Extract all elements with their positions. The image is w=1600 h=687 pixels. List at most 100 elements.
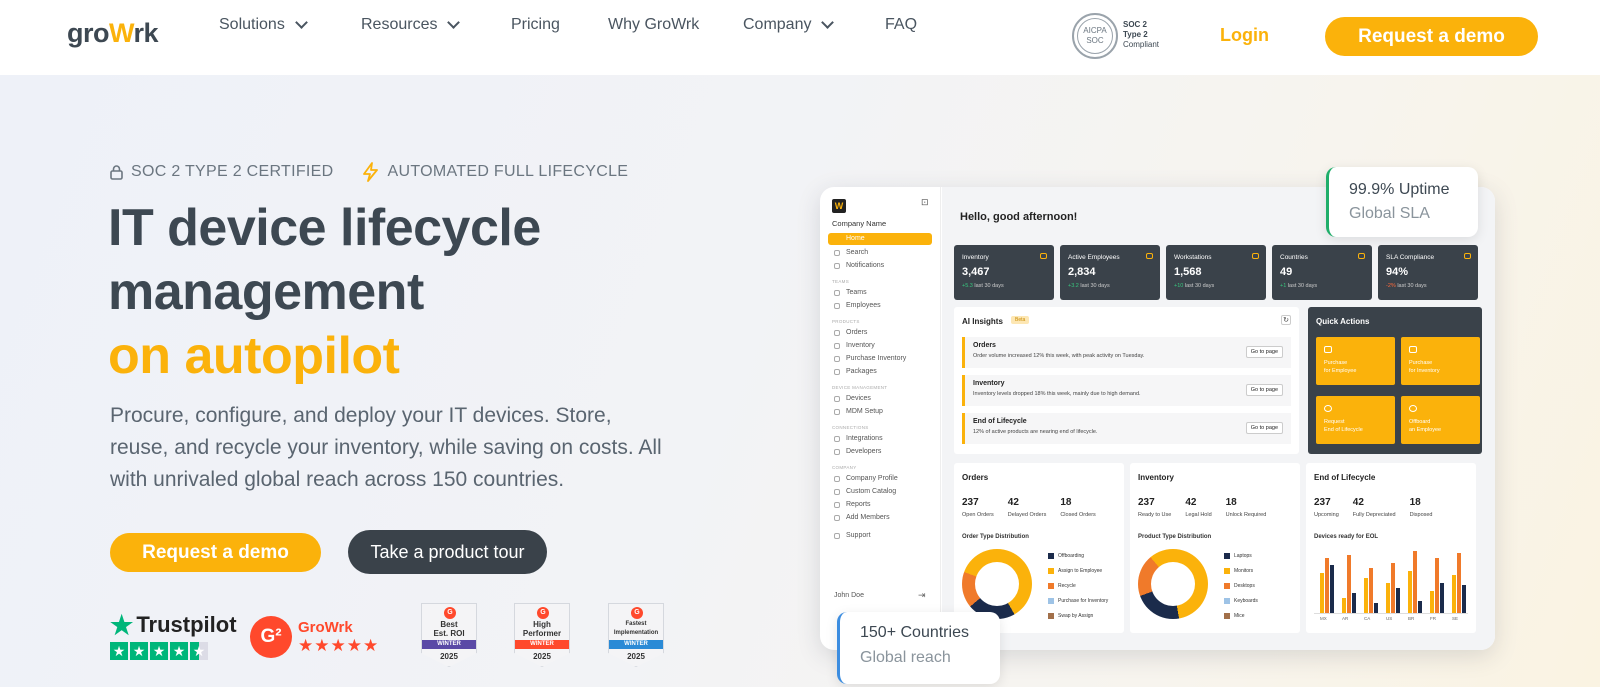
order-type-donut-chart [962, 549, 1032, 619]
g2-rating[interactable]: G² GroWrk ★★★★★ [250, 616, 379, 658]
hero-title-line-1: IT device lifecycle [108, 199, 541, 257]
lifecycle-badge: AUTOMATED FULL LIFECYCLE [362, 162, 629, 182]
aicpa-soc-seal: AICPA SOC [1072, 13, 1118, 59]
eol-bar-chart [1314, 549, 1468, 614]
sidebar-section: PRODUCTS [832, 319, 860, 324]
sidebar-item-company-profile[interactable]: Company Profile [834, 475, 898, 482]
sidebar-item-inventory[interactable]: Inventory [834, 342, 875, 349]
trustpilot-rating[interactable]: ★ Trustpilot ★ ★ ★ ★ ★ [110, 612, 237, 660]
laptop-icon [1324, 346, 1332, 353]
login-link[interactable]: Login [1220, 25, 1269, 46]
clock-icon [1324, 405, 1332, 412]
quick-action-purchase-employee[interactable]: Purchase for Employee [1316, 337, 1395, 385]
stat-card-workstations[interactable]: Workstations 1,568 +10 last 30 days [1166, 245, 1266, 300]
growrk-logo[interactable]: groWrk [67, 18, 159, 49]
go-to-page-button[interactable]: Go to page [1245, 346, 1283, 358]
sidebar-item-search[interactable]: Search [834, 249, 868, 256]
cart-icon[interactable]: ⊡ [921, 197, 929, 208]
quick-action-request-eol[interactable]: Request End of Lifecycle [1316, 396, 1395, 444]
insight-inventory: Inventory Inventory levels dropped 18% th… [962, 375, 1291, 406]
box-icon [1409, 346, 1417, 353]
nav-company[interactable]: Company [743, 16, 835, 34]
sidebar-item-packages[interactable]: Packages [834, 368, 877, 375]
product-type-donut-chart [1138, 549, 1208, 619]
sidebar-section: COMPANY [832, 465, 857, 470]
hero-title-line-2: management [108, 263, 424, 321]
go-to-page-button[interactable]: Go to page [1245, 422, 1283, 434]
sidebar-item-integrations[interactable]: Integrations [834, 435, 883, 442]
user-remove-icon [1409, 405, 1417, 412]
sidebar-item-notifications[interactable]: Notifications [834, 262, 884, 269]
sidebar-item-reports[interactable]: Reports [834, 501, 871, 508]
sidebar-item-employees[interactable]: Employees [834, 302, 881, 309]
sidebar-item-teams[interactable]: Teams [834, 289, 867, 296]
logout-icon[interactable]: ⇥ [918, 590, 926, 601]
sidebar-item-developers[interactable]: Developers [834, 448, 881, 455]
sidebar-item-home[interactable]: Home [828, 233, 932, 245]
product-tour-button[interactable]: Take a product tour [348, 530, 547, 574]
sidebar-item-mdm-setup[interactable]: MDM Setup [834, 408, 883, 415]
quick-actions-card: Quick Actions Purchase for Employee Purc… [1308, 307, 1482, 454]
lightning-icon [362, 162, 378, 182]
quick-action-purchase-inventory[interactable]: Purchase for Inventory [1401, 337, 1480, 385]
request-demo-button[interactable]: Request a demo [110, 533, 321, 572]
nav-why-growrk[interactable]: Why GroWrk [608, 16, 699, 34]
sidebar-item-devices[interactable]: Devices [834, 395, 871, 402]
greeting: Hello, good afternoon! [960, 211, 1078, 223]
refresh-icon[interactable]: ↻ [1281, 315, 1291, 325]
countries-floating-card: 150+ Countries Global reach [837, 612, 1000, 684]
quick-action-offboard[interactable]: Offboard an Employee [1401, 396, 1480, 444]
chevron-down-icon [294, 16, 308, 29]
hero-title-line-3: on autopilot [108, 327, 400, 385]
sidebar-item-purchase-inventory[interactable]: Purchase Inventory [834, 355, 906, 362]
inventory-card: Inventory 237 Ready to Use 42 Legal Hold 18 U… [1130, 463, 1300, 633]
laptop-icon [1252, 253, 1259, 259]
stat-card-countries[interactable]: Countries 49 +1 last 30 days [1272, 245, 1372, 300]
calendar-icon [1464, 253, 1471, 259]
dashboard-sidebar: W ⊡ Company Name Home Search Notificatio… [820, 187, 941, 650]
nav-pricing[interactable]: Pricing [511, 16, 560, 34]
top-nav: groWrk Solutions Resources Pricing Why G… [0, 0, 1600, 75]
g2-stars: ★★★★★ [298, 635, 380, 655]
ai-insights-card: AI Insights Beta ↻ Orders Order volume in… [954, 307, 1299, 454]
stat-card-inventory[interactable]: Inventory 3,467 +5.3 last 30 days [954, 245, 1054, 300]
hero-badges: SOC 2 TYPE 2 CERTIFIED AUTOMATED FULL LI… [110, 162, 628, 182]
user-icon [1146, 253, 1153, 259]
sidebar-section: DEVICE MANAGEMENT [832, 385, 888, 390]
app-logo-icon: W [832, 199, 846, 213]
end-of-lifecycle-card: End of Lifecycle 237 Upcoming 42 Fully Depr… [1306, 463, 1476, 633]
nav-faq[interactable]: FAQ [885, 16, 917, 34]
soc-compliance-text: SOC 2 Type 2 Compliant [1123, 20, 1160, 49]
dashboard-main: Hello, good afternoon! Inventory 3,467 +5.… [942, 187, 1495, 650]
sidebar-item-add-members[interactable]: Add Members [834, 514, 890, 521]
soc2-badge: SOC 2 TYPE 2 CERTIFIED [110, 162, 334, 182]
award-title: Fastest Implementation [613, 621, 659, 636]
uptime-floating-card: 99.9% Uptime Global SLA [1326, 167, 1478, 237]
insight-orders: Orders Order volume increased 12% this we… [962, 337, 1291, 368]
lock-icon [110, 164, 123, 180]
box-icon [1040, 253, 1047, 259]
beta-badge: Beta [1011, 316, 1030, 324]
stat-card-active-employees[interactable]: Active Employees 2,834 +3.2 last 30 days [1060, 245, 1160, 300]
company-name: Company Name [832, 219, 887, 228]
go-to-page-button[interactable]: Go to page [1245, 384, 1283, 396]
trustpilot-star-icon: ★ [110, 610, 134, 640]
sidebar-section: CONNECTIONS [832, 425, 869, 430]
request-demo-button-nav[interactable]: Request a demo [1325, 17, 1538, 56]
g2-logo: G² [250, 616, 292, 658]
award-title: High Performer [522, 620, 562, 638]
sidebar-item-orders[interactable]: Orders [834, 329, 867, 336]
sidebar-user[interactable]: John Doe [834, 592, 864, 599]
location-pin-icon [1358, 253, 1365, 259]
trustpilot-stars: ★ ★ ★ ★ ★ [110, 642, 237, 660]
nav-solutions[interactable]: Solutions [219, 16, 308, 34]
chevron-down-icon [447, 16, 461, 29]
insight-end-of-lifecycle: End of Lifecycle 12% of active products a… [962, 413, 1291, 444]
sidebar-item-custom-catalog[interactable]: Custom Catalog [834, 488, 896, 495]
dashboard-preview: W ⊡ Company Name Home Search Notificatio… [820, 187, 1495, 650]
nav-resources[interactable]: Resources [361, 16, 461, 34]
orders-card: Orders 237 Open Orders 42 Delayed Orders 18 C… [954, 463, 1124, 633]
chevron-down-icon [821, 16, 835, 29]
sidebar-item-support[interactable]: Support [834, 532, 871, 539]
stat-card-sla-compliance[interactable]: SLA Compliance 94% -2% last 30 days [1378, 245, 1478, 300]
